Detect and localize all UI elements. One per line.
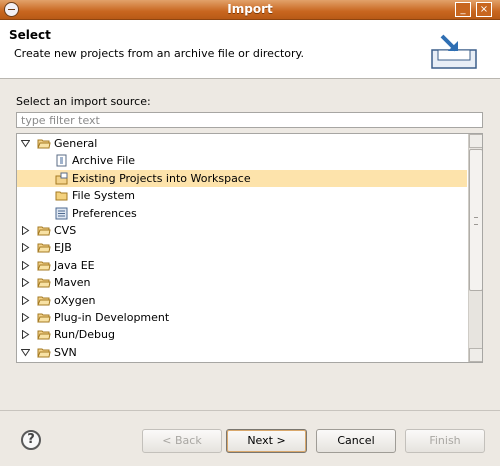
tree-item-label: File System [72,189,135,203]
folder-open-icon [37,348,51,358]
folder-open-icon [37,139,51,149]
tree-item-label: CVS [54,224,77,237]
tree-item[interactable]: Preferences [17,205,467,222]
tree-item-label: Plug-in Development [54,311,170,324]
page-title: Select [9,28,51,42]
import-source-tree[interactable]: General Archive File Existing Projects int… [16,133,483,363]
tree-item[interactable]: Existing Projects into Workspace [17,169,467,187]
cancel-button[interactable]: Cancel [316,429,396,453]
folder-open-icon [37,296,51,306]
scroll-up-button[interactable] [469,134,482,148]
tree-item-label: SVN [54,345,77,359]
folder-open-icon [37,278,51,288]
next-button[interactable]: Next > [226,429,307,453]
tree-item[interactable]: Archive File [17,152,467,169]
tree-item[interactable]: CVS [17,222,467,239]
scroll-down-button[interactable] [469,348,482,362]
preferences-icon [55,207,68,220]
tree-item-label: Existing Projects into Workspace [72,171,251,185]
folder-icon [55,191,68,201]
tree-item[interactable]: Plug-in Development [17,309,467,326]
tree-item-label: Archive File [72,154,136,168]
collapsed-arrow-icon[interactable] [21,313,30,322]
folder-open-icon [37,330,51,340]
import-dialog: Import _ × Select Create new projects fr… [0,0,500,466]
import-source-label: Select an import source: [16,95,151,108]
tree-item[interactable]: General [17,135,467,152]
collapsed-arrow-icon[interactable] [21,295,30,305]
expanded-arrow-icon[interactable] [21,139,30,148]
filter-input[interactable] [16,112,483,128]
title-bar: Import _ × [0,0,500,20]
tree-item[interactable]: EJB [17,239,467,256]
project-icon [55,172,68,185]
page-description: Create new projects from an archive file… [14,47,304,60]
import-wizard-icon [431,34,477,69]
tree-item-label: Run/Debug [54,328,115,342]
tree-item-label: Java EE [54,258,95,272]
scroll-thumb[interactable] [469,149,482,291]
help-icon[interactable]: ? [21,430,41,450]
tree-item-label: oXygen [54,293,96,307]
collapsed-arrow-icon[interactable] [21,226,30,235]
tree-item-label: Preferences [72,206,137,220]
archive-icon [56,154,67,167]
tree-item[interactable]: File System [17,187,467,204]
expanded-arrow-icon[interactable] [21,348,30,357]
tree-item-label: Maven [54,276,91,290]
collapsed-arrow-icon[interactable] [21,278,30,288]
tree-scrollbar[interactable] [468,134,482,362]
tree-item[interactable]: Maven [17,274,467,291]
tree-item[interactable]: Run/Debug [17,326,467,343]
back-button[interactable]: < Back [142,429,222,453]
tree-item[interactable]: SVN [17,344,467,361]
tree-item-label: General [54,137,98,150]
close-button[interactable]: × [476,2,492,17]
folder-open-icon [37,243,51,253]
tree-item[interactable]: Java EE [17,257,467,274]
footer-separator [0,410,500,411]
folder-open-icon [37,313,51,323]
folder-open-icon [37,226,51,236]
tree-item[interactable]: oXygen [17,292,467,309]
collapsed-arrow-icon[interactable] [21,243,30,253]
collapsed-arrow-icon[interactable] [21,260,30,270]
wizard-header: Select Create new projects from an archi… [0,20,500,79]
window-title: Import [227,2,273,16]
collapsed-arrow-icon[interactable] [21,330,30,340]
tree-item-label: EJB [54,241,72,255]
minimize-button[interactable]: _ [455,2,471,17]
finish-button[interactable]: Finish [405,429,485,453]
folder-open-icon [37,261,51,271]
